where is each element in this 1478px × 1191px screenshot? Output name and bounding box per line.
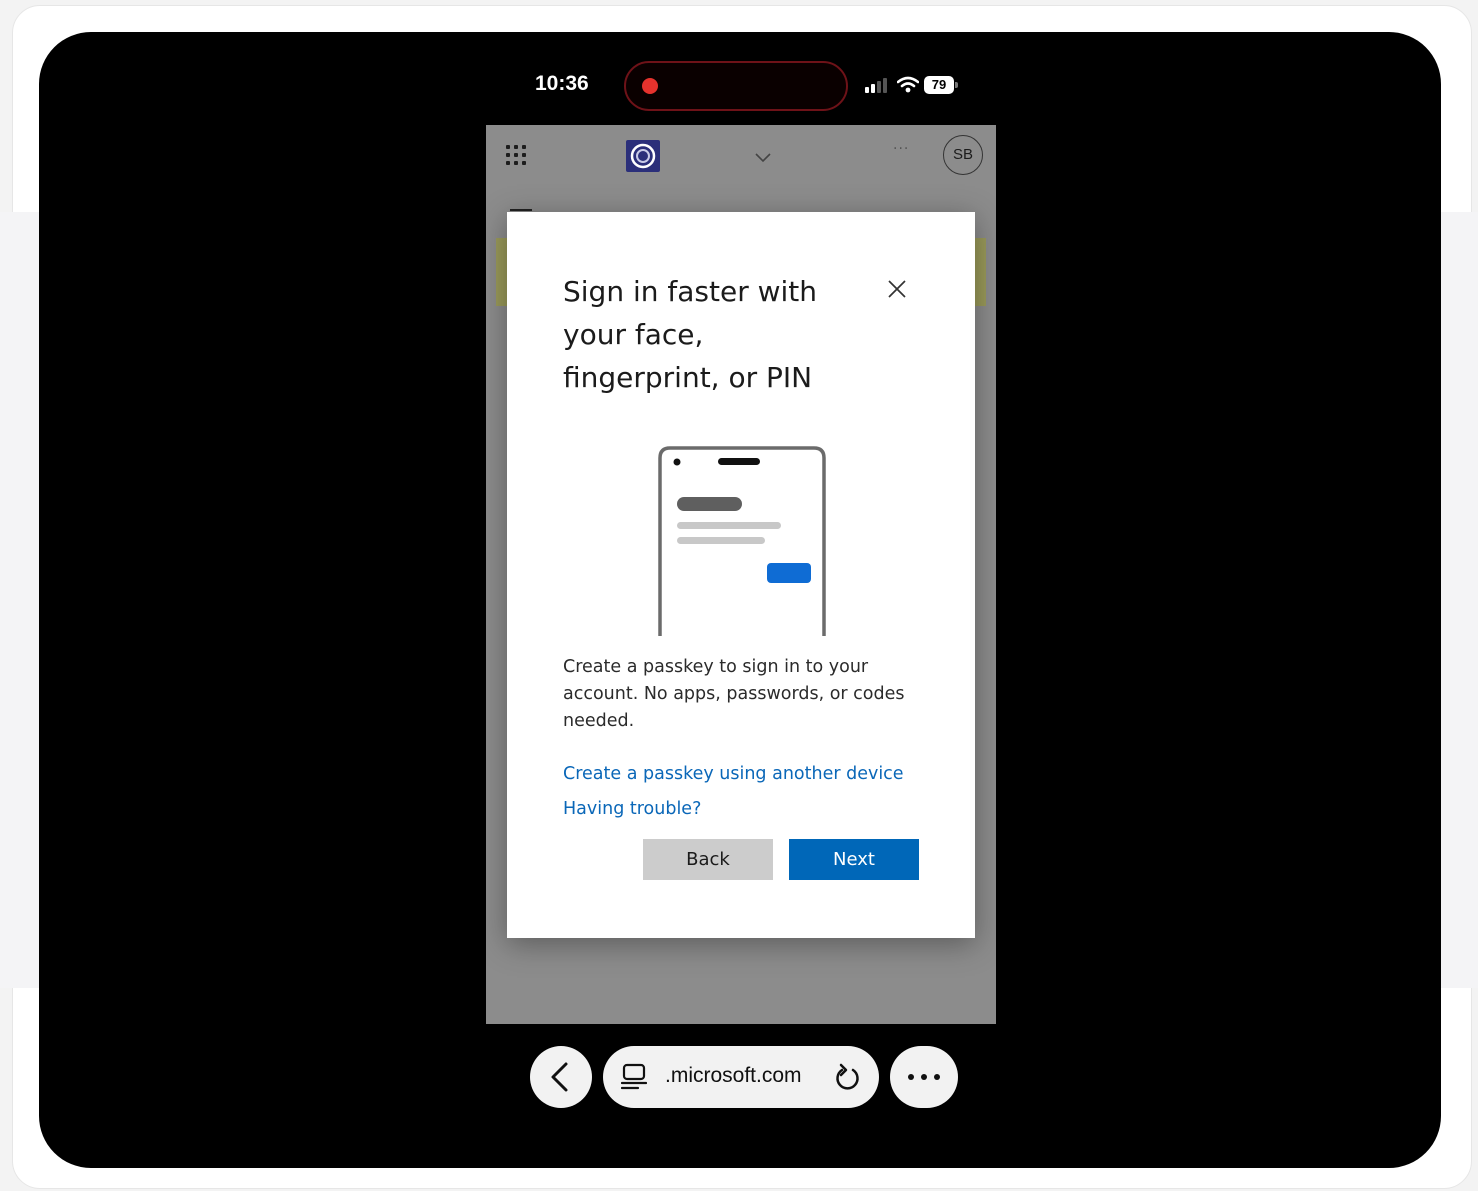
chevron-down-icon[interactable] — [754, 151, 772, 163]
ellipsis-icon[interactable]: ··· — [893, 141, 909, 157]
dialog-description: Create a passkey to sign in to your acco… — [563, 657, 905, 731]
having-trouble-link[interactable]: Having trouble? — [563, 799, 701, 819]
create-passkey-another-device-link[interactable]: Create a passkey using another device — [563, 764, 904, 784]
url-text: .microsoft.com — [665, 1064, 802, 1087]
battery-icon: 79 — [924, 76, 958, 94]
app-launcher-grid-icon[interactable] — [506, 145, 528, 167]
back-button[interactable]: Back — [643, 839, 773, 880]
avatar[interactable]: SB — [943, 135, 983, 175]
recording-dot-icon — [642, 78, 658, 94]
hamburger-menu-icon — [510, 209, 532, 211]
phone-screen: 10:36 79 ··· SB Sign in faster with your… — [39, 32, 1441, 1168]
dynamic-island — [624, 61, 848, 111]
next-button[interactable]: Next — [789, 839, 919, 880]
more-icon[interactable] — [890, 1046, 958, 1108]
close-icon[interactable] — [885, 277, 909, 301]
left-side-band — [0, 212, 40, 988]
status-time: 10:36 — [535, 72, 589, 95]
browser-back-button[interactable] — [530, 1046, 592, 1108]
address-bar[interactable]: .microsoft.com — [603, 1046, 879, 1108]
org-logo-icon — [626, 140, 660, 172]
back-arrow-icon — [551, 1062, 568, 1092]
right-side-band — [1438, 212, 1478, 988]
wifi-icon — [897, 76, 919, 93]
cellular-signal-icon — [865, 78, 887, 93]
dialog-title: Sign in faster with your face, fingerpri… — [563, 275, 818, 394]
passkey-dialog: Sign in faster with your face, fingerpri… — [507, 212, 975, 938]
reload-icon[interactable] — [833, 1062, 861, 1092]
tabs-icon[interactable] — [621, 1063, 647, 1091]
phone-illustration — [658, 446, 826, 636]
